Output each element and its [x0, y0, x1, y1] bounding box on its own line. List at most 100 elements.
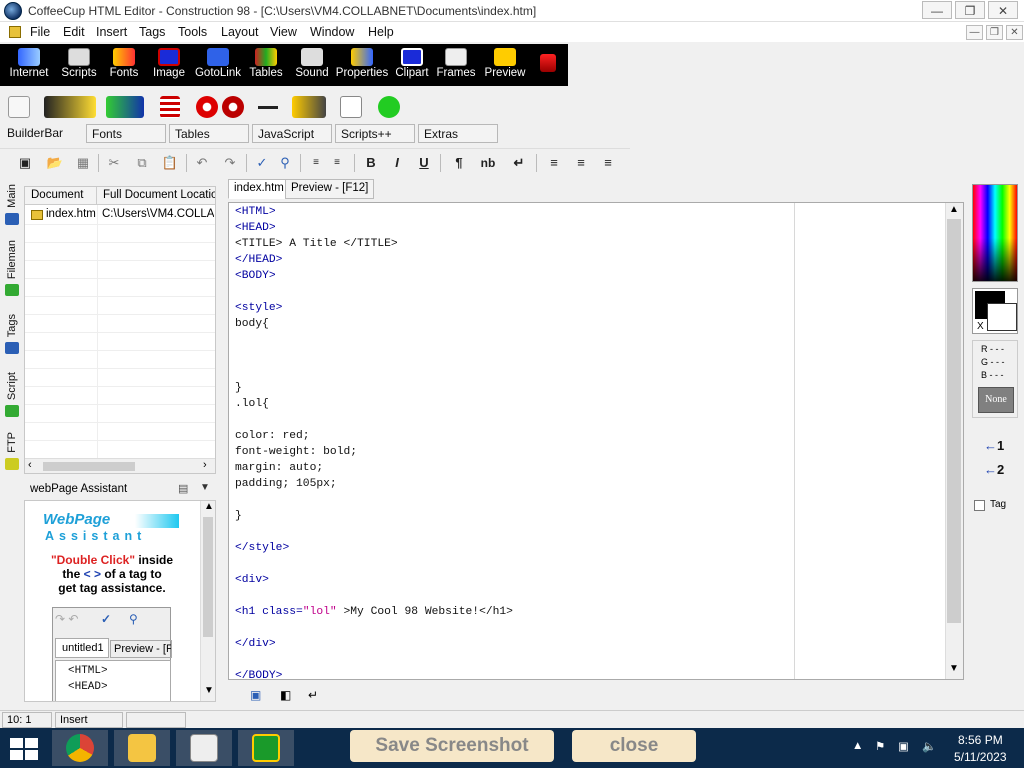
document-menu-icon[interactable]	[9, 26, 21, 38]
windows-start-icon[interactable]	[10, 738, 38, 760]
split-view-icon[interactable]: ▣	[250, 688, 261, 702]
fonts-button[interactable]: Fonts	[104, 46, 144, 86]
wrap-icon[interactable]: ↵	[308, 688, 318, 702]
minimize-button[interactable]: —	[922, 1, 952, 19]
link-tool-icon[interactable]	[44, 96, 96, 118]
stop-icon[interactable]	[540, 54, 556, 72]
scroll-thumb[interactable]	[203, 517, 213, 637]
scripts-button[interactable]: Scripts	[56, 46, 102, 86]
notepad-taskbar-button[interactable]	[176, 730, 232, 766]
select-tool-icon[interactable]	[8, 96, 30, 118]
scroll-up-icon[interactable]: ▲	[949, 204, 959, 215]
indent-icon[interactable]: ≡	[326, 153, 348, 173]
tag-checkbox[interactable]	[974, 500, 985, 511]
clock-date[interactable]: 5/11/2023	[954, 750, 1007, 764]
nonbreaking-space-icon[interactable]: nb	[477, 153, 499, 173]
close-button[interactable]: close	[572, 730, 696, 762]
sound-button[interactable]: Sound	[292, 46, 332, 86]
menu-tools[interactable]: Tools	[178, 25, 207, 39]
chevron-down-icon[interactable]: ▼	[200, 482, 210, 493]
side-tab-script[interactable]: Script	[2, 372, 22, 419]
chrome-taskbar-button[interactable]	[52, 730, 108, 766]
tab-javascript[interactable]: JavaScript	[252, 124, 332, 143]
preview-button[interactable]: Preview	[482, 46, 528, 86]
hand-icon[interactable]	[340, 96, 362, 118]
record-plus-icon[interactable]	[222, 96, 244, 118]
scroll-down-icon[interactable]: ▼	[949, 663, 959, 674]
frames-button[interactable]: Frames	[434, 46, 478, 86]
battery-tool-icon[interactable]	[106, 96, 144, 118]
italic-icon[interactable]: I	[386, 153, 408, 173]
mdi-close-button[interactable]: ✕	[1006, 25, 1023, 40]
network-icon[interactable]: ▣	[898, 739, 909, 753]
find-icon[interactable]: ⚲	[274, 153, 296, 173]
assistant-vertical-scrollbar[interactable]: ▲ ▼	[200, 501, 215, 701]
save-icon[interactable]: ▦	[72, 153, 94, 173]
align-right-icon[interactable]: ≡	[597, 153, 619, 173]
redo-icon[interactable]: ↷	[219, 153, 241, 173]
align-left-icon[interactable]: ≡	[543, 153, 565, 173]
tab-builderbar[interactable]: BuilderBar	[2, 124, 84, 143]
mdi-minimize-button[interactable]: —	[966, 25, 983, 40]
menu-layout[interactable]: Layout	[221, 25, 259, 39]
tab-fonts[interactable]: Fonts	[86, 124, 166, 143]
chevron-up-icon[interactable]: ▲	[852, 740, 863, 752]
new-document-icon[interactable]: ▣	[14, 153, 36, 173]
line-break-icon[interactable]: ↵	[508, 153, 530, 173]
table-row[interactable]: index.htm C:\Users\VM4.COLLAB	[25, 206, 215, 224]
menu-file[interactable]: File	[30, 25, 50, 39]
editor-taskbar-button[interactable]	[238, 730, 294, 766]
nav-button-2[interactable]: ←2	[984, 462, 1004, 477]
maximize-button[interactable]: ❐	[955, 1, 985, 19]
list-icon[interactable]	[160, 96, 180, 118]
save-screenshot-button[interactable]: Save Screenshot	[350, 730, 554, 762]
close-window-button[interactable]: ✕	[988, 1, 1018, 19]
scroll-thumb[interactable]	[43, 462, 135, 471]
help-dropdown-icon[interactable]	[292, 96, 326, 118]
internet-button[interactable]: Internet	[4, 46, 54, 86]
menu-view[interactable]: View	[270, 25, 297, 39]
volume-icon[interactable]: 🔈	[922, 739, 936, 753]
open-folder-icon[interactable]: 📂	[44, 153, 66, 173]
tab-index-htm[interactable]: index.htm	[228, 179, 290, 199]
tab-scripts-plus[interactable]: Scripts++	[335, 124, 415, 143]
cut-icon[interactable]: ✂	[103, 153, 125, 173]
scroll-up-icon[interactable]: ▲	[204, 501, 214, 512]
mdi-restore-button[interactable]: ❐	[986, 25, 1003, 40]
horizontal-rule-icon[interactable]	[258, 106, 278, 109]
clock-time[interactable]: 8:56 PM	[958, 733, 1003, 747]
bold-icon[interactable]: B	[360, 153, 382, 173]
assistant-menu-icon[interactable]: ▤	[178, 482, 188, 495]
underline-icon[interactable]: U	[413, 153, 435, 173]
horizontal-scrollbar[interactable]: ‹ ›	[25, 458, 215, 473]
none-color-button[interactable]: None	[978, 387, 1014, 413]
menu-edit[interactable]: Edit	[63, 25, 85, 39]
menu-tags[interactable]: Tags	[139, 25, 165, 39]
properties-button[interactable]: Properties	[334, 46, 390, 86]
side-tab-tags[interactable]: Tags	[2, 314, 22, 356]
nav-button-1[interactable]: ←1	[984, 438, 1004, 453]
column-document[interactable]: Document	[25, 187, 97, 205]
align-center-icon[interactable]: ≡	[570, 153, 592, 173]
scroll-down-icon[interactable]: ▼	[204, 685, 214, 696]
menu-insert[interactable]: Insert	[96, 25, 127, 39]
spellcheck-icon[interactable]: ✓	[251, 153, 273, 173]
gotolink-button[interactable]: GotoLink	[192, 46, 244, 86]
tables-button[interactable]: Tables	[246, 46, 286, 86]
tab-tables[interactable]: Tables	[169, 124, 249, 143]
outdent-icon[interactable]: ≡	[305, 153, 327, 173]
side-tab-main[interactable]: Main	[2, 184, 22, 227]
color-swatch[interactable]: X	[972, 288, 1018, 334]
paste-icon[interactable]: 📋	[159, 153, 181, 173]
flag-icon[interactable]: ⚑	[875, 739, 885, 753]
copy-icon[interactable]: ⧉	[131, 153, 153, 173]
record-icon[interactable]	[196, 96, 218, 118]
undo-icon[interactable]: ↶	[191, 153, 213, 173]
code-editor[interactable]: <HTML> <HEAD> <TITLE> A Title </TITLE> <…	[228, 202, 964, 680]
column-location[interactable]: Full Document Location	[97, 187, 215, 205]
color-spectrum[interactable]	[972, 184, 1018, 282]
tab-extras[interactable]: Extras	[418, 124, 498, 143]
color-cd-icon[interactable]	[378, 96, 400, 118]
menu-window[interactable]: Window	[310, 25, 354, 39]
side-tab-ftp[interactable]: FTP	[2, 432, 22, 472]
